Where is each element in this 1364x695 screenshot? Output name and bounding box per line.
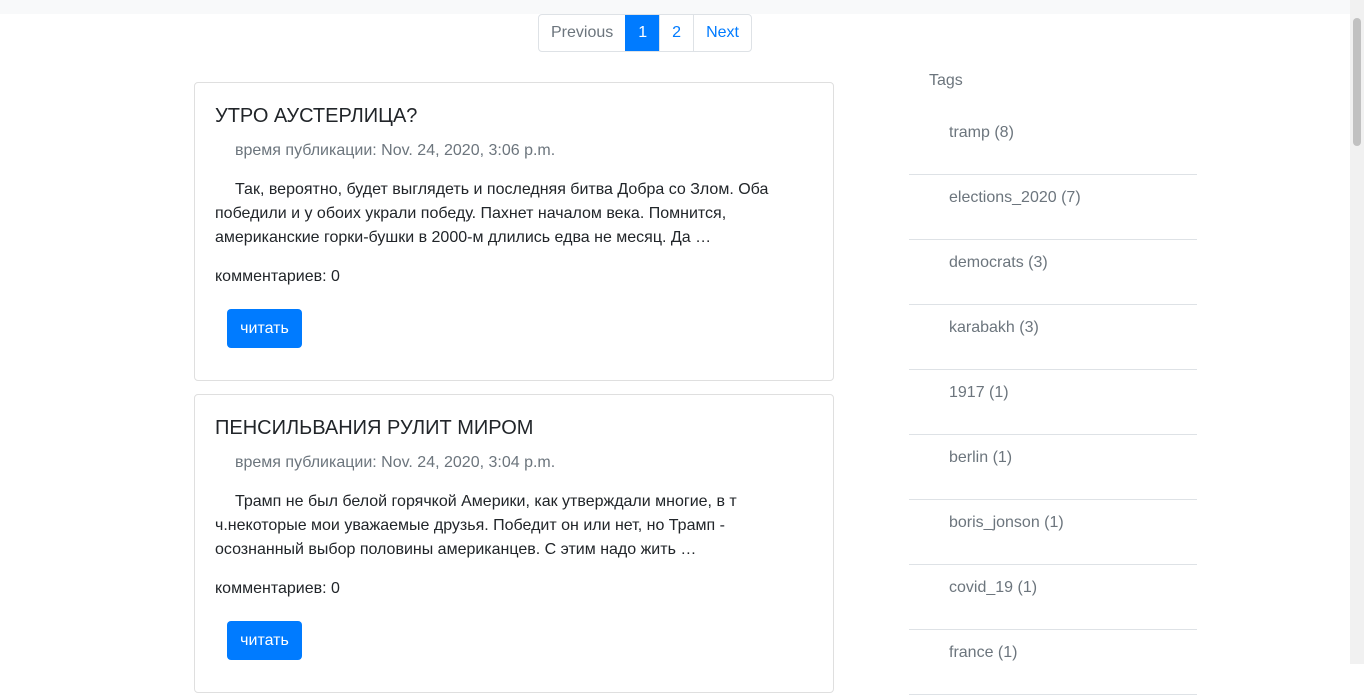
tag-item: berlin (1) bbox=[909, 435, 1197, 500]
tag-link-1917[interactable]: 1917 (1) bbox=[949, 384, 1009, 402]
post-excerpt: Так, вероятно, будет выглядеть и последн… bbox=[215, 181, 769, 246]
tag-link-elections-2020[interactable]: elections_2020 (7) bbox=[949, 189, 1081, 207]
tag-link-tramp[interactable]: tramp (8) bbox=[949, 124, 1014, 142]
tag-item: 1917 (1) bbox=[909, 370, 1197, 435]
pagination-previous[interactable]: Previous bbox=[539, 15, 625, 51]
tag-link-france[interactable]: france (1) bbox=[949, 644, 1017, 662]
pagination-page-2[interactable]: 2 bbox=[659, 15, 693, 51]
tag-item: covid_19 (1) bbox=[909, 565, 1197, 630]
tag-item: boris_jonson (1) bbox=[909, 500, 1197, 565]
tag-link-karabakh[interactable]: karabakh (3) bbox=[949, 319, 1039, 337]
pagination-next[interactable]: Next bbox=[693, 15, 751, 51]
scrollbar-thumb[interactable] bbox=[1353, 18, 1361, 146]
tag-item: elections_2020 (7) bbox=[909, 175, 1197, 240]
pagination-page-1[interactable]: 1 bbox=[625, 15, 660, 51]
post-date: время публикации: Nov. 24, 2020, 3:04 p.… bbox=[235, 454, 556, 471]
tag-link-berlin[interactable]: berlin (1) bbox=[949, 449, 1012, 467]
vertical-scrollbar[interactable] bbox=[1350, 0, 1364, 664]
top-strip bbox=[0, 0, 1350, 14]
post-title: ПЕНСИЛЬВАНИЯ РУЛИТ МИРОМ bbox=[215, 417, 534, 439]
tag-link-boris-jonson[interactable]: boris_jonson (1) bbox=[949, 514, 1064, 532]
tag-item: france (1) bbox=[909, 630, 1197, 695]
tags-heading: Tags bbox=[929, 72, 963, 89]
tag-link-covid-19[interactable]: covid_19 (1) bbox=[949, 579, 1037, 597]
post-title: УТРО АУСТЕРЛИЦА? bbox=[215, 105, 418, 127]
read-button[interactable]: читать bbox=[227, 309, 302, 348]
post-date: время публикации: Nov. 24, 2020, 3:06 p.… bbox=[235, 142, 556, 159]
post-card: УТРО АУСТЕРЛИЦА? время публикации: Nov. … bbox=[194, 82, 834, 381]
pagination: Previous 1 2 Next bbox=[538, 14, 752, 52]
tag-item: tramp (8) bbox=[909, 110, 1197, 175]
tag-item: karabakh (3) bbox=[909, 305, 1197, 370]
post-comments-count: комментариев: 0 bbox=[215, 268, 340, 285]
post-card: ПЕНСИЛЬВАНИЯ РУЛИТ МИРОМ время публикаци… bbox=[194, 394, 834, 693]
tag-item: democrats (3) bbox=[909, 240, 1197, 305]
post-excerpt: Трамп не был белой горячкой Америки, как… bbox=[215, 493, 737, 558]
tag-list: tramp (8) elections_2020 (7) democrats (… bbox=[909, 110, 1197, 695]
read-button[interactable]: читать bbox=[227, 621, 302, 660]
post-comments-count: комментариев: 0 bbox=[215, 580, 340, 597]
tag-link-democrats[interactable]: democrats (3) bbox=[949, 254, 1048, 272]
